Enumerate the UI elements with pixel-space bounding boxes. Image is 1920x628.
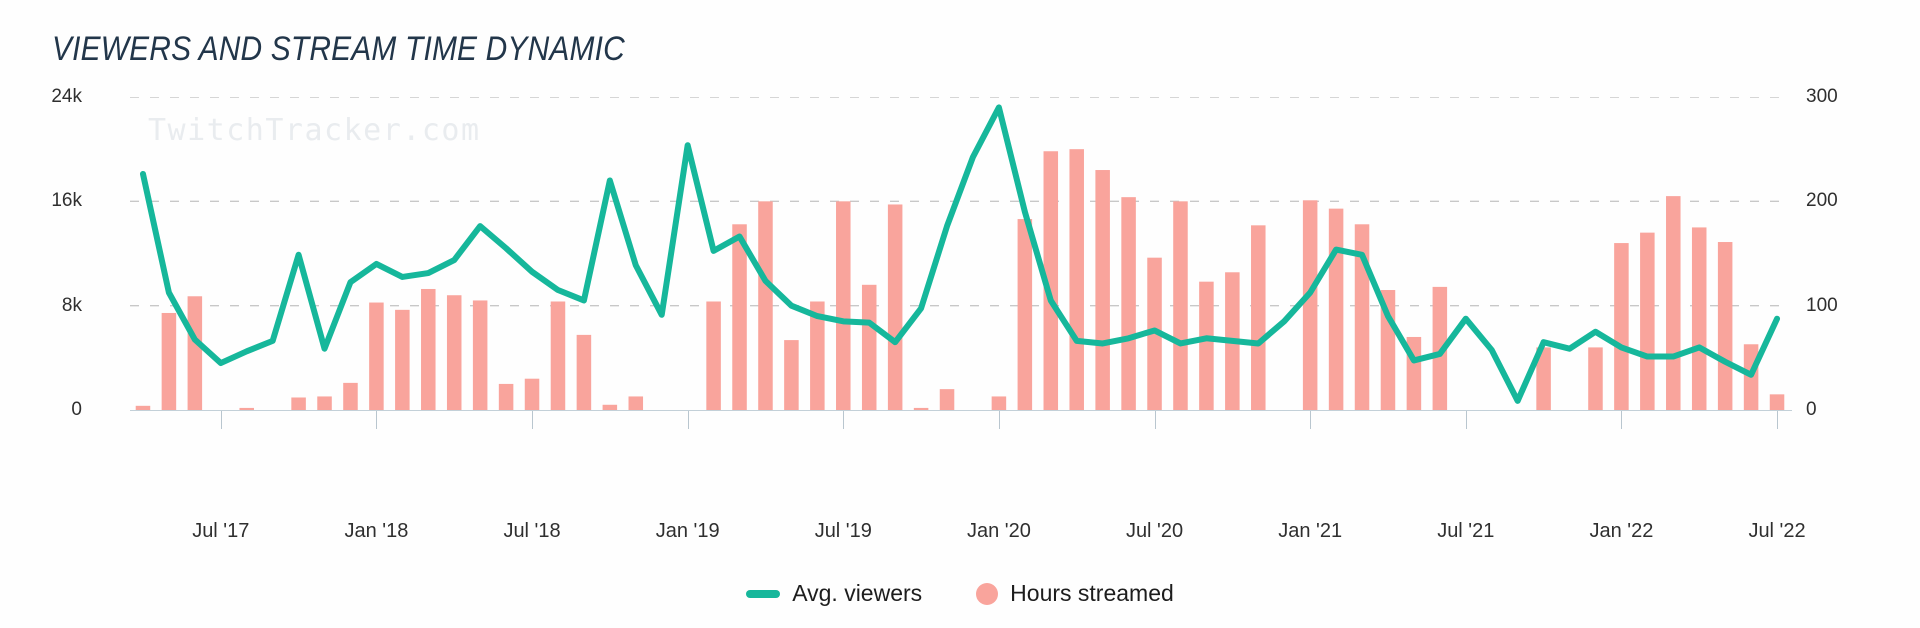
y-axis-left-tick: 16k [51, 190, 82, 212]
x-axis-tick [1777, 411, 1779, 429]
legend-label: Hours streamed [1010, 580, 1174, 606]
page-title: VIEWERS AND STREAM TIME DYNAMIC [52, 30, 625, 68]
x-axis-tick-label: Jul '18 [503, 520, 561, 542]
line-series-avg-viewers [139, 104, 1781, 404]
x-axis-tick [1154, 411, 1156, 429]
x-axis-tick-label: Jan '19 [655, 520, 720, 542]
x-axis-line [130, 410, 1792, 411]
x-axis-tick [998, 411, 1000, 429]
legend-line-icon [746, 589, 781, 598]
y-axis-right-tick: 300 [1806, 86, 1838, 107]
x-axis-tick-label: Jul '19 [814, 520, 872, 542]
x-axis-tick [1465, 411, 1467, 429]
legend-item[interactable]: Avg. viewers [746, 580, 922, 607]
legend-label: Avg. viewers [792, 580, 923, 606]
x-axis-tick-label: Jan '22 [1589, 520, 1654, 542]
x-axis-tick-label: Jul '20 [1125, 520, 1184, 542]
x-axis-tick [1621, 411, 1623, 429]
x-axis-tick-label: Jul '22 [1748, 520, 1806, 542]
x-axis-tick [220, 411, 222, 429]
y-axis-right-tick: 0 [1806, 399, 1817, 420]
x-axis-tick-label: Jan '18 [344, 520, 409, 542]
y-axis-left-tick: 0 [71, 399, 82, 420]
x-axis-tick-label: Jan '20 [966, 520, 1031, 542]
chart-svg [130, 97, 1790, 410]
x-axis-tick [532, 411, 534, 429]
x-axis-tick-label: Jan '21 [1278, 520, 1343, 542]
chart-container: VIEWERS AND STREAM TIME DYNAMIC TwitchTr… [0, 0, 1920, 628]
gridlines [130, 97, 1790, 307]
y-axis-left-tick: 24k [51, 86, 82, 107]
x-axis-tick [376, 411, 378, 429]
chart-legend: Avg. viewers Hours streamed [0, 580, 1920, 607]
x-axis-tick-label: Jul '21 [1437, 520, 1495, 542]
legend-dot-icon [976, 582, 999, 605]
y-axis-right-tick: 100 [1806, 294, 1838, 316]
x-axis-tick [843, 411, 845, 429]
y-axis-right-tick: 200 [1806, 190, 1838, 212]
legend-item[interactable]: Hours streamed [976, 580, 1174, 607]
plot-area [130, 97, 1790, 410]
y-axis-left-tick: 8k [61, 294, 82, 316]
x-axis-tick [1310, 411, 1312, 429]
x-axis-tick [687, 411, 689, 429]
x-axis-tick-label: Jul '17 [192, 520, 250, 542]
